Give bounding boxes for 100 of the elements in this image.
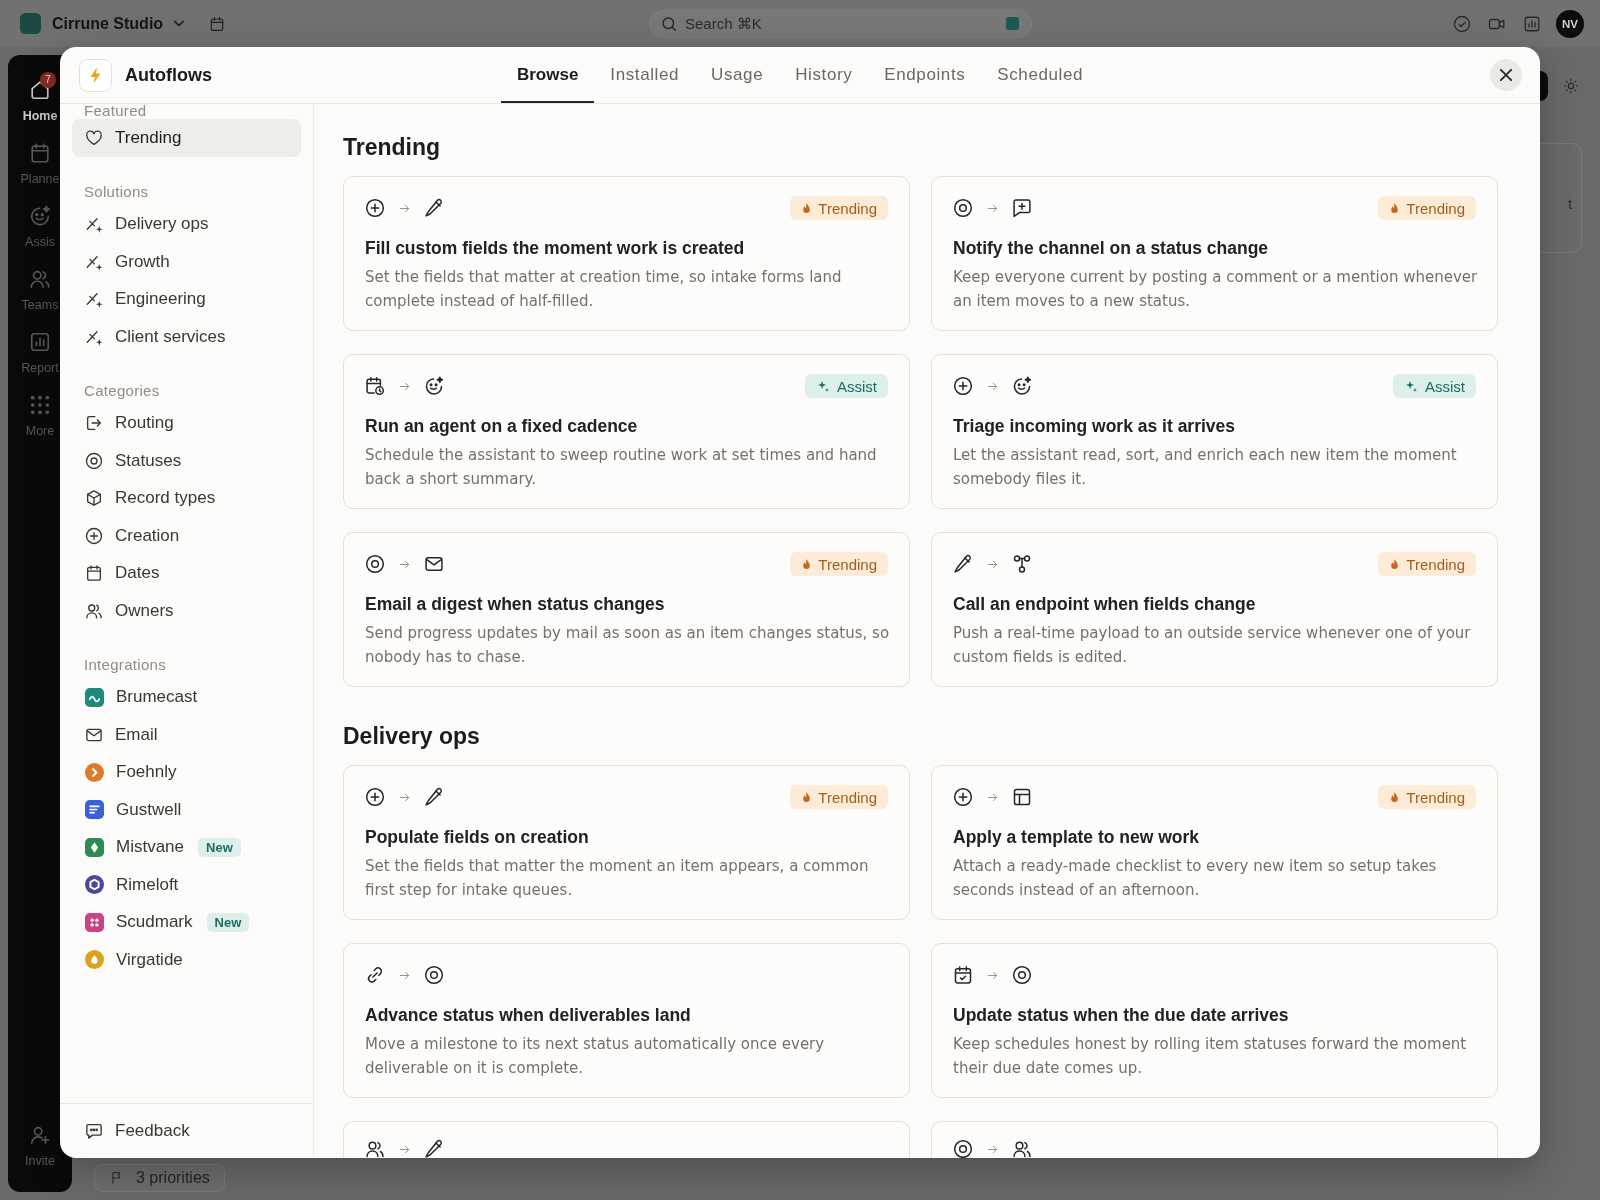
tab[interactable]: Browse bbox=[500, 47, 595, 103]
arrow-icon bbox=[987, 791, 998, 803]
target-icon bbox=[365, 554, 385, 574]
magic-wand-icon bbox=[85, 290, 103, 309]
smiley-sparkle-icon bbox=[1012, 376, 1032, 396]
plus-circle-icon bbox=[365, 787, 385, 807]
layout-icon bbox=[1012, 787, 1032, 807]
card-description: Keep schedules honest by rolling item statuses forward the moment their due date comes up. bbox=[953, 1034, 1468, 1079]
arrow-icon bbox=[987, 1143, 998, 1155]
sidebar-item[interactable]: Scudmark New bbox=[72, 903, 301, 941]
caret-icon bbox=[174, 20, 185, 27]
card-title: Apply a template to new work bbox=[953, 826, 1201, 848]
sparkle-icon bbox=[1406, 380, 1417, 392]
arrow-icon bbox=[987, 969, 998, 981]
group-heading: Integrations bbox=[83, 655, 167, 674]
sidebar-item[interactable]: Record types bbox=[72, 479, 301, 517]
card-description: Let the assistant read, sort, and enrich each new item the moment somebody files it. bbox=[953, 445, 1458, 490]
card-description: Set the fields that matter the moment an item appears, a common first step for intake queues. bbox=[365, 856, 870, 901]
autoflow-card[interactable]: Advance status when deliverables land Move a milestone to its next status automatically once every deliverable on it is complete. bbox=[343, 943, 910, 1098]
sidebar-item[interactable]: Virgatide bbox=[72, 941, 301, 979]
workspace-switcher[interactable]: Cirrune Studio bbox=[20, 13, 185, 34]
bar-chart-icon[interactable] bbox=[1523, 14, 1541, 33]
smiley-sparkle-icon bbox=[424, 376, 444, 396]
card-title: Triage incoming work as it arrives bbox=[953, 415, 1237, 437]
badge-label: Assist bbox=[1425, 377, 1465, 395]
feedback-button[interactable]: Feedback bbox=[72, 1112, 301, 1150]
card-title: Update status when the due date arrives bbox=[953, 1004, 1290, 1026]
card-description: Move a milestone to its next status automatically once every deliverable on it is complete. bbox=[365, 1034, 826, 1079]
arrow-icon bbox=[399, 202, 410, 214]
sidebar-item[interactable]: Rimeloft bbox=[72, 866, 301, 904]
sidebar-item[interactable]: Growth bbox=[72, 243, 301, 281]
card-title: Fill custom fields the moment work is created bbox=[365, 237, 746, 259]
autoflow-card[interactable]: Trending Email a digest when status changes Send progress updates by mail as soon as an item changes status, so nobody has to chase. bbox=[343, 532, 910, 687]
envelope-icon bbox=[424, 554, 444, 574]
card-title: Call an endpoint when fields change bbox=[953, 593, 1257, 615]
sidebar-item[interactable]: Mistvane New bbox=[72, 828, 301, 866]
cube-icon bbox=[85, 489, 103, 508]
badge-label: Trending bbox=[818, 199, 877, 217]
card-title: Notify the channel on a status change bbox=[953, 237, 1270, 259]
target-icon bbox=[424, 965, 444, 985]
autoflow-card[interactable]: Trending Call an endpoint when fields change Push a real-time payload to an outside service whenever one of your custom fields is edited. bbox=[931, 532, 1498, 687]
plus-circle-icon bbox=[85, 526, 103, 545]
new-badge: New bbox=[198, 837, 241, 857]
sidebar-item[interactable]: Engineering bbox=[72, 280, 301, 318]
flame-icon bbox=[1391, 203, 1399, 213]
sidebar-item[interactable]: Foehnly bbox=[72, 753, 301, 791]
workspace-logo-icon bbox=[20, 13, 41, 34]
tab[interactable]: Usage bbox=[695, 47, 780, 103]
calendar-icon[interactable] bbox=[209, 15, 226, 32]
pencil-icon bbox=[424, 787, 444, 807]
card-description: Send progress updates by mail as soon as an item changes status, so nobody has to chase. bbox=[365, 623, 891, 668]
autoflow-card[interactable]: Assist Triage incoming work as it arrives Let the assistant read, sort, and enrich each new item the moment somebody files it. bbox=[931, 354, 1498, 509]
link-icon bbox=[365, 965, 385, 985]
card-title: Run an agent on a fixed cadence bbox=[365, 415, 639, 437]
card-title: Email a digest when status changes bbox=[365, 593, 666, 615]
users-icon bbox=[365, 1139, 385, 1158]
sidebar-item[interactable]: Trending bbox=[72, 119, 301, 157]
check-circle-icon[interactable] bbox=[1453, 14, 1471, 33]
tab[interactable]: Scheduled bbox=[981, 47, 1100, 103]
sidebar-item[interactable]: Dates bbox=[72, 554, 301, 592]
sidebar-item[interactable]: Email bbox=[72, 716, 301, 754]
search-field[interactable]: Search ⌘K bbox=[649, 9, 1032, 38]
sidebar-item[interactable]: Delivery ops bbox=[72, 205, 301, 243]
sidebar-item[interactable]: Client services bbox=[72, 318, 301, 356]
sidebar-item[interactable]: Brumecast bbox=[72, 678, 301, 716]
autoflow-card[interactable]: Assist Run an agent on a fixed cadence Schedule the assistant to sweep routine work at set times and hand back a short summary. bbox=[343, 354, 910, 509]
sparkle-icon bbox=[818, 380, 829, 392]
tab[interactable]: History bbox=[779, 47, 869, 103]
arrow-icon bbox=[987, 202, 998, 214]
plus-circle-icon bbox=[953, 376, 973, 396]
autoflow-card[interactable]: Trending Apply a template to new work Attach a ready-made checklist to every new item so setup takes seconds instead of an afternoon. bbox=[931, 765, 1498, 920]
autoflow-card[interactable]: Trending Fill custom fields the moment work is created Set the fields that matter at creation time, so intake forms land complete instead of half-filled. bbox=[343, 176, 910, 331]
autoflow-card[interactable]: Trending Notify the channel on a status change Keep everyone current by posting a comment or a mention whenever an item moves to a new status. bbox=[931, 176, 1498, 331]
arrow-icon bbox=[399, 969, 410, 981]
badge-label: Trending bbox=[818, 555, 877, 573]
flame-icon bbox=[1391, 559, 1399, 569]
close-button[interactable] bbox=[1490, 59, 1522, 91]
card-text: t bbox=[1568, 195, 1573, 212]
card-description: Attach a ready-made checklist to every new item so setup takes seconds instead of an afternoon. bbox=[953, 856, 1438, 901]
sun-icon[interactable] bbox=[1563, 78, 1579, 94]
sidebar-item[interactable]: Routing bbox=[72, 404, 301, 442]
message-icon bbox=[85, 1122, 103, 1140]
card-title: Populate fields on creation bbox=[365, 826, 590, 848]
sidebar-item[interactable]: Statuses bbox=[72, 442, 301, 480]
card-description: Keep everyone current by posting a comment or a mention whenever an item moves to a new status. bbox=[953, 267, 1479, 312]
autoflow-card[interactable]: Trending Populate fields on creation Set the fields that matter the moment an item appears, a common first step for intake queues. bbox=[343, 765, 910, 920]
tab[interactable]: Installed bbox=[594, 47, 696, 103]
card-description: Schedule the assistant to sweep routine work at set times and hand back a short summary. bbox=[365, 445, 878, 490]
arrow-icon bbox=[399, 558, 410, 570]
badge-label: Trending bbox=[818, 788, 877, 806]
card-title: Advance status when deliverables land bbox=[365, 1004, 692, 1026]
user-avatar[interactable]: NV bbox=[1556, 9, 1584, 38]
magic-wand-icon bbox=[85, 215, 103, 234]
arrow-icon bbox=[399, 380, 410, 392]
card-description: Set the fields that matter at creation time, so intake forms land complete instead of half-filled. bbox=[365, 267, 843, 312]
sidebar-item[interactable]: Creation bbox=[72, 517, 301, 555]
sidebar-item[interactable]: Gustwell bbox=[72, 791, 301, 829]
tab[interactable]: Endpoints bbox=[868, 47, 982, 103]
autoflow-card[interactable]: Update status when the due date arrives Keep schedules honest by rolling item statuses forward the moment their due date comes up. bbox=[931, 943, 1498, 1098]
sidebar-item[interactable]: Owners bbox=[72, 592, 301, 630]
